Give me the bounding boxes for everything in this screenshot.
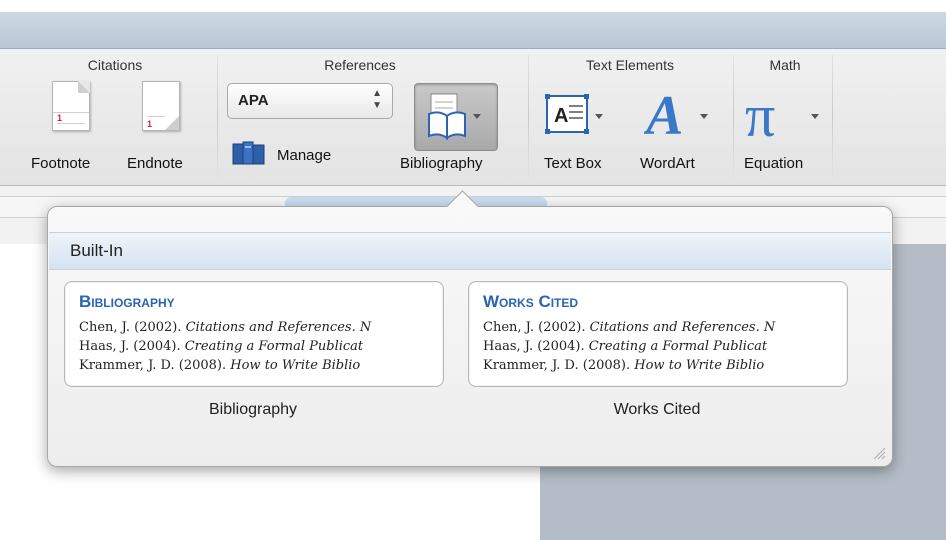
group-title-citations: Citations xyxy=(87,57,143,73)
citation-style-value: APA xyxy=(238,92,269,109)
group-divider xyxy=(733,55,734,177)
pi-icon: π xyxy=(745,88,819,142)
bibliography-thumbnail: Bibliography Chen, J. (2002). Citations … xyxy=(64,281,444,387)
bibliography-button-highlight xyxy=(414,83,498,151)
svg-text:π: π xyxy=(745,88,775,142)
manage-label: Manage xyxy=(277,147,332,164)
bibliography-label: Bibliography xyxy=(400,155,483,172)
built-in-section-header: Built-In xyxy=(49,232,891,270)
title-bar xyxy=(0,12,946,49)
stepper-arrows-icon: ▲ ▼ xyxy=(372,88,382,111)
footnote-icon: 1 xyxy=(52,81,90,131)
wordart-icon: A xyxy=(644,88,708,140)
text-box-label: Text Box xyxy=(544,155,602,172)
group-divider xyxy=(528,55,529,177)
citation-entry: Haas, J. (2004). Creating a Formal Publi… xyxy=(483,339,768,354)
top-strip xyxy=(0,0,946,12)
group-divider xyxy=(832,55,833,177)
card-heading: Works Cited xyxy=(483,292,579,311)
citation-entry: Krammer, J. D. (2008). How to Write Bibl… xyxy=(483,358,765,373)
book-icon xyxy=(428,93,481,140)
works-cited-thumbnail: Works Cited Chen, J. (2002). Citations a… xyxy=(468,281,848,387)
group-divider xyxy=(217,55,218,177)
citation-entry: Chen, J. (2002). Citations and Reference… xyxy=(79,320,372,335)
endnote-icon: 1 xyxy=(142,81,180,131)
resize-grip-icon[interactable] xyxy=(872,446,886,460)
footnote-label: Footnote xyxy=(31,155,91,172)
group-title-text-elements: Text Elements xyxy=(586,57,674,73)
svg-text:A: A xyxy=(644,88,683,140)
bibliography-gallery-popover: Built-In Bibliography Chen, J. (2002). C… xyxy=(47,190,893,467)
equation-label: Equation xyxy=(744,155,804,172)
text-box-icon: A xyxy=(545,94,603,134)
svg-text:A: A xyxy=(554,105,568,127)
citation-style-select[interactable]: APA ▲ ▼ xyxy=(227,83,393,119)
citation-entry: Chen, J. (2002). Citations and Reference… xyxy=(483,320,776,335)
group-title-math: Math xyxy=(769,57,801,73)
built-in-title: Built-In xyxy=(70,241,123,260)
card-heading: Bibliography xyxy=(79,292,175,311)
gallery-item-label: Works Cited xyxy=(613,401,701,418)
group-title-references: References xyxy=(324,57,396,73)
citation-entry: Krammer, J. D. (2008). How to Write Bibl… xyxy=(79,358,361,373)
gallery-item-label: Bibliography xyxy=(208,401,298,418)
manage-sources-icon xyxy=(232,141,265,165)
wordart-label: WordArt xyxy=(640,155,695,172)
citation-entry: Haas, J. (2004). Creating a Formal Publi… xyxy=(79,339,364,354)
endnote-label: Endnote xyxy=(127,155,183,172)
